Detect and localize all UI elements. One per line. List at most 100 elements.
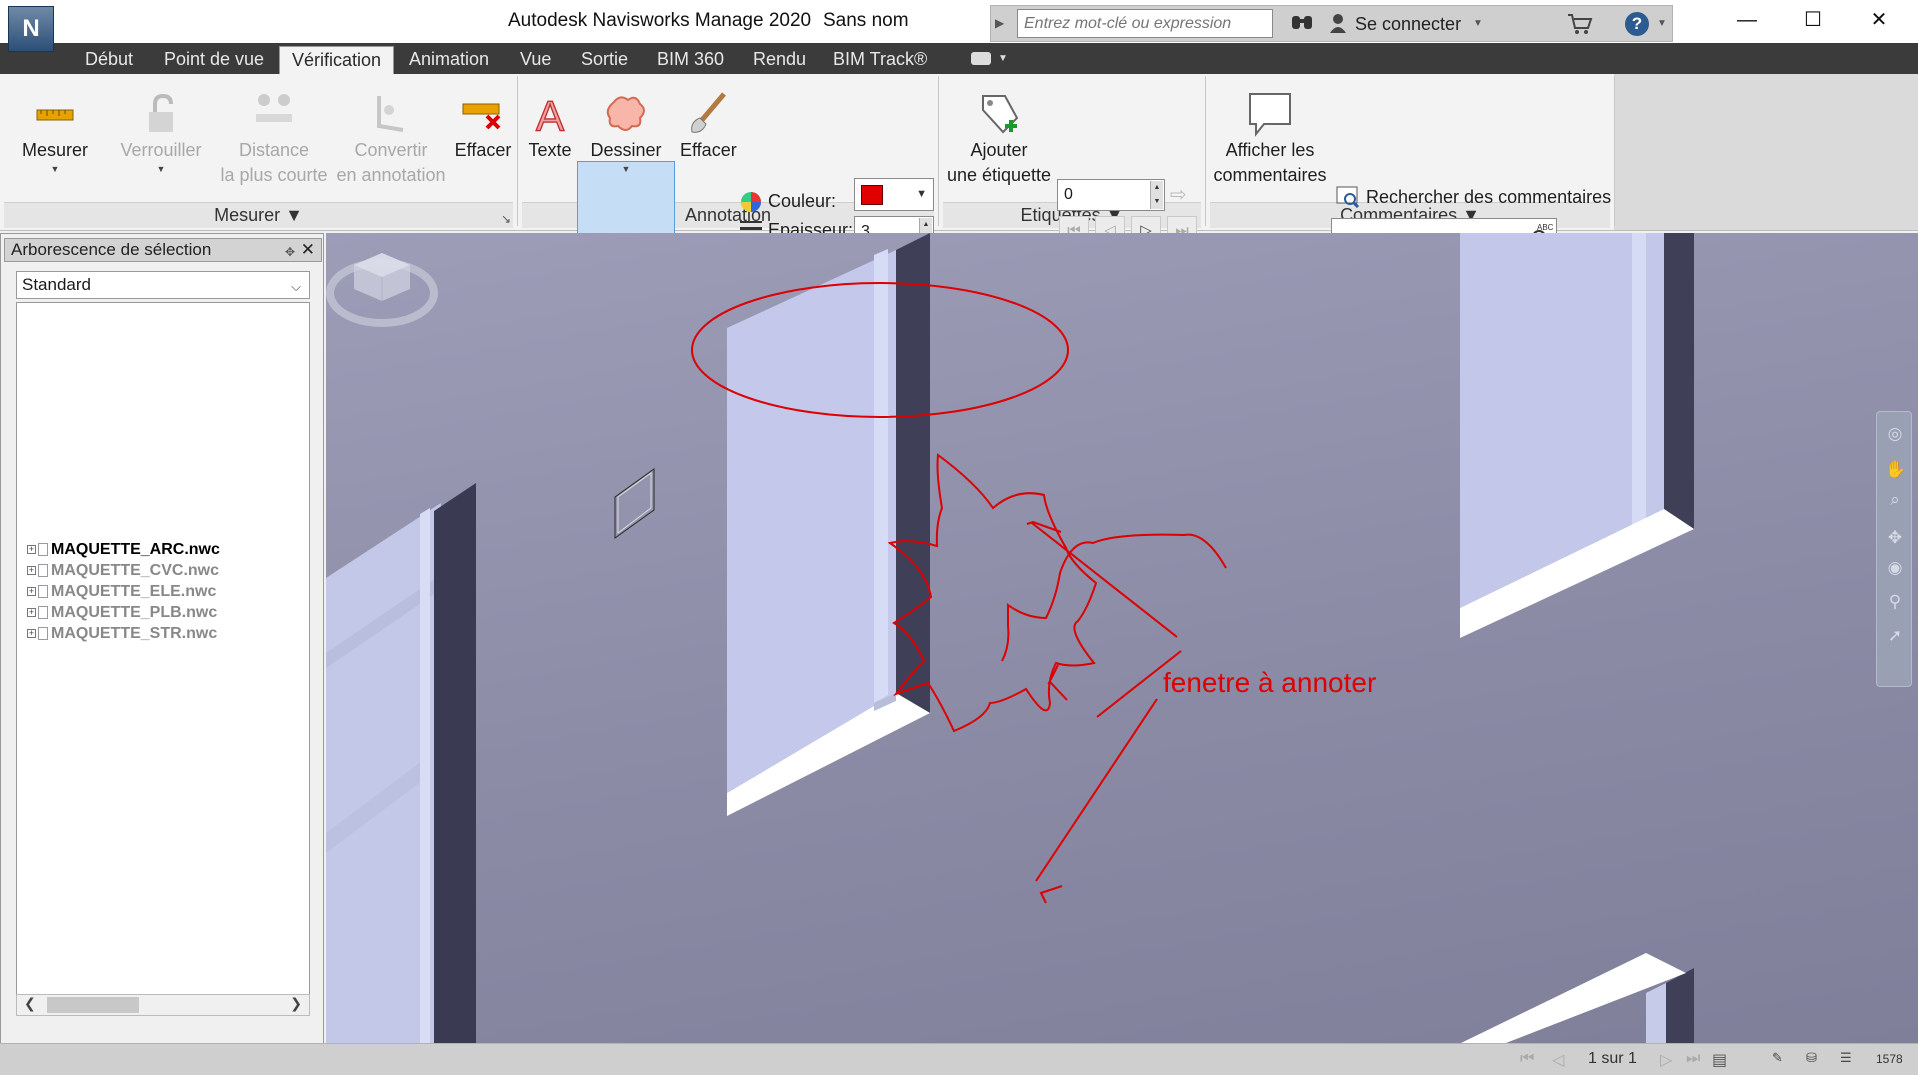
expand-icon[interactable]: +	[27, 608, 36, 618]
pan-hand-icon[interactable]: ✋	[1885, 460, 1906, 480]
look-around-icon[interactable]: ◉	[1885, 558, 1905, 578]
first-page-icon[interactable]: ⏮	[1520, 1050, 1534, 1068]
shortest-distance-button[interactable]: Distance la plus courte	[218, 74, 330, 188]
text-a-icon: A	[535, 92, 565, 138]
scene-viewport[interactable]: fenetre à annoter ◎ ✋ ⌕ ✥ ◉ ⚲ ➚	[326, 233, 1918, 1043]
cart-icon[interactable]	[1567, 13, 1593, 35]
arrowhead	[1039, 885, 1063, 904]
tab-verification[interactable]: Vérification	[279, 46, 395, 74]
close-button[interactable]: ✕	[1850, 0, 1908, 40]
find-comments-icon	[1336, 186, 1360, 208]
ruler-icon	[36, 109, 74, 121]
tag-id-spin-icon[interactable]: ▲ ▼	[1150, 181, 1163, 209]
pin-icon[interactable]: ✥	[285, 241, 295, 263]
draw-button[interactable]: Dessiner ▼	[578, 74, 674, 175]
window-reveal-right	[1664, 233, 1694, 529]
tree-item[interactable]: + MAQUETTE_PLB.nwc	[27, 603, 217, 623]
model-scene	[326, 233, 1694, 1043]
last-page-icon[interactable]: ⏭	[1686, 1050, 1700, 1068]
walk-icon[interactable]: ⚲	[1885, 592, 1905, 612]
panel-mesurer-title[interactable]: Mesurer ▼	[4, 202, 513, 228]
app-menu-button[interactable]: N	[8, 6, 54, 52]
panel-separator	[1614, 76, 1615, 226]
previous-page-icon[interactable]: ◁	[1552, 1050, 1564, 1070]
expand-icon[interactable]: +	[27, 545, 36, 555]
minimize-button[interactable]: —	[1718, 0, 1776, 40]
color-swatch	[861, 185, 883, 205]
ribbon-tabs: Début Point de vue Vérification Animatio…	[0, 43, 1918, 74]
memory-icon[interactable]: ☰	[1840, 1050, 1852, 1066]
text-annotation-button[interactable]: A Texte	[525, 74, 575, 163]
expand-icon[interactable]: +	[27, 629, 36, 639]
sheet-browser-icon[interactable]: ▤	[1712, 1050, 1727, 1070]
erase-annotation-button[interactable]: Effacer	[680, 74, 737, 163]
tag-id-stepper[interactable]: 0 ▲ ▼	[1057, 179, 1165, 211]
viewcube-icon[interactable]	[326, 233, 438, 339]
next-page-icon[interactable]: ▷	[1660, 1050, 1672, 1070]
select-cursor-icon[interactable]: ➚	[1885, 626, 1905, 646]
color-picker[interactable]: ▼	[854, 178, 934, 211]
tab-sortie[interactable]: Sortie	[569, 46, 640, 74]
scroll-right-icon[interactable]: ❯	[290, 995, 302, 1012]
binoculars-icon[interactable]	[1291, 13, 1313, 31]
app-title: Autodesk Navisworks Manage 2020	[508, 10, 812, 31]
expand-icon[interactable]: +	[27, 587, 36, 597]
expand-arrow-icon[interactable]: ▶	[995, 16, 1004, 30]
clear-measure-button[interactable]: Effacer	[453, 74, 513, 163]
tab-bim-track[interactable]: BIM Track®	[821, 46, 939, 74]
file-icon	[38, 543, 48, 557]
user-icon[interactable]	[1329, 13, 1347, 33]
tree-mode-select[interactable]: Standard ⌵	[16, 271, 310, 299]
expand-icon[interactable]: +	[27, 566, 36, 576]
sign-in-button[interactable]: Se connecter	[1355, 14, 1461, 35]
ribbon-options-dropdown-icon[interactable]: ▼	[998, 53, 1008, 64]
tab-rendu[interactable]: Rendu	[741, 46, 818, 74]
help-dropdown-icon[interactable]: ▼	[1657, 18, 1667, 29]
disk-icon[interactable]: ⛁	[1806, 1050, 1817, 1066]
window-reveal-bottom	[1666, 968, 1694, 1043]
measure-button[interactable]: Mesurer ▼	[18, 74, 92, 175]
lock-button[interactable]: Verrouiller ▼	[116, 74, 206, 175]
title-bar: N Autodesk Navisworks Manage 2020 Sans n…	[0, 0, 1918, 52]
tag-add-icon	[982, 95, 1019, 134]
color-label: Couleur:	[768, 191, 837, 211]
close-panel-icon[interactable]: ✕	[301, 239, 315, 261]
annotation-text: fenetre à annoter	[1163, 667, 1377, 698]
window-reveal-left	[434, 483, 476, 1043]
tab-debut[interactable]: Début	[73, 46, 145, 74]
scroll-left-icon[interactable]: ❮	[24, 995, 36, 1012]
tab-point-de-vue[interactable]: Point de vue	[152, 46, 276, 74]
sign-in-dropdown-icon[interactable]: ▼	[1473, 18, 1483, 29]
window-mullion-center	[874, 249, 888, 703]
navigation-bar: ◎ ✋ ⌕ ✥ ◉ ⚲ ➚	[1876, 411, 1912, 687]
small-square-object	[614, 468, 655, 539]
tab-vue[interactable]: Vue	[508, 46, 563, 74]
search-input[interactable]	[1017, 9, 1273, 38]
horizontal-scrollbar[interactable]: ❮ ❯	[16, 994, 310, 1016]
maximize-button[interactable]: ☐	[1784, 0, 1842, 40]
scroll-thumb[interactable]	[47, 997, 139, 1013]
find-comments-button[interactable]: Rechercher des commentaires	[1366, 187, 1611, 208]
tree-item[interactable]: + MAQUETTE_STR.nwc	[27, 624, 217, 644]
pencil-icon[interactable]: ✎	[1772, 1050, 1783, 1066]
show-comments-button[interactable]: Afficher les commentaires	[1210, 74, 1330, 188]
ribbon-minimize-toggle-icon[interactable]	[971, 52, 991, 65]
steering-wheel-icon[interactable]: ◎	[1885, 424, 1905, 444]
dialog-launcher-icon[interactable]: ↘	[501, 212, 511, 226]
tree-item[interactable]: + MAQUETTE_CVC.nwc	[27, 561, 219, 581]
zoom-window-icon[interactable]: ⌕	[1885, 490, 1905, 510]
convert-to-annotation-button[interactable]: Convertir en annotation	[334, 74, 448, 188]
go-to-tag-icon[interactable]: ⇨	[1170, 182, 1187, 207]
arrow-line	[1035, 698, 1158, 882]
tree-item[interactable]: + MAQUETTE_ARC.nwc	[27, 540, 220, 560]
tab-bim-360[interactable]: BIM 360	[645, 46, 736, 74]
help-button[interactable]: ?	[1625, 12, 1649, 36]
tree-view	[16, 302, 310, 1012]
tab-animation[interactable]: Animation	[397, 46, 501, 74]
clear-ruler-icon	[462, 103, 501, 130]
color-wheel-icon	[741, 192, 761, 212]
tree-item[interactable]: + MAQUETTE_ELE.nwc	[27, 582, 216, 602]
add-tag-button[interactable]: Ajouter une étiquette	[944, 74, 1054, 188]
freehand-stroke	[1001, 533, 1227, 662]
orbit-icon[interactable]: ✥	[1885, 528, 1905, 548]
